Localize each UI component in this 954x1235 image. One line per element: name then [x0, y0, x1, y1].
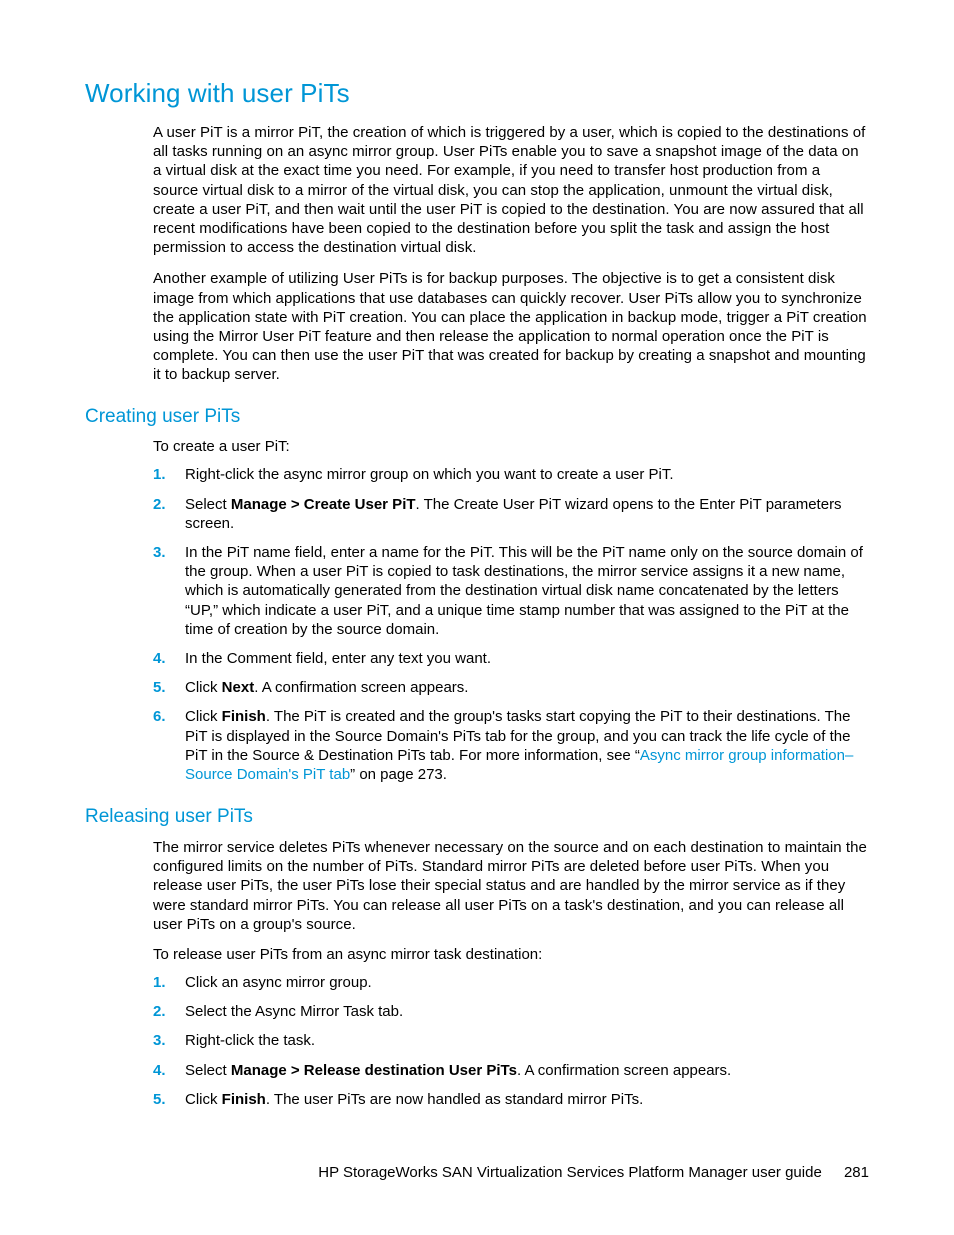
paragraph-intro-2: Another example of utilizing User PiTs i…: [153, 269, 869, 384]
release-step-2: Select the Async Mirror Task tab.: [153, 1002, 869, 1021]
document-page: Working with user PiTs A user PiT is a m…: [0, 0, 954, 1235]
release-step-1: Click an async mirror group.: [153, 973, 869, 992]
step-text-a: Select: [185, 496, 231, 513]
create-step-4: In the Comment field, enter any text you…: [153, 649, 869, 668]
heading-releasing-user-pits: Releasing user PiTs: [85, 806, 869, 828]
page-number: 281: [844, 1164, 869, 1181]
step-text-a: Select: [185, 1062, 231, 1079]
step-text: In the Comment field, enter any text you…: [185, 650, 491, 667]
release-intro: To release user PiTs from an async mirro…: [153, 946, 869, 963]
create-step-6: Click Finish. The PiT is created and the…: [153, 707, 869, 784]
heading-creating-user-pits: Creating user PiTs: [85, 406, 869, 428]
step-text: Right-click the async mirror group on wh…: [185, 466, 674, 483]
create-step-5: Click Next. A confirmation screen appear…: [153, 678, 869, 697]
release-steps-list: Click an async mirror group. Select the …: [153, 973, 869, 1109]
step-bold: Finish: [222, 708, 266, 725]
step-text: In the PiT name field, enter a name for …: [185, 544, 863, 638]
step-bold: Manage > Release destination User PiTs: [231, 1062, 517, 1079]
step-text: Select the Async Mirror Task tab.: [185, 1003, 403, 1020]
step-text-c: . The user PiTs are now handled as stand…: [266, 1091, 643, 1108]
step-text-c: . A confirmation screen appears.: [517, 1062, 731, 1079]
heading-working-with-user-pits: Working with user PiTs: [85, 78, 869, 109]
create-step-1: Right-click the async mirror group on wh…: [153, 465, 869, 484]
create-step-3: In the PiT name field, enter a name for …: [153, 543, 869, 639]
page-footer: HP StorageWorks SAN Virtualization Servi…: [85, 1164, 869, 1181]
release-paragraph: The mirror service deletes PiTs whenever…: [153, 838, 869, 934]
step-bold: Next: [222, 679, 255, 696]
paragraph-intro-1: A user PiT is a mirror PiT, the creation…: [153, 123, 869, 257]
step-text-c: . A confirmation screen appears.: [254, 679, 468, 696]
step-text: Right-click the task.: [185, 1032, 315, 1049]
create-steps-list: Right-click the async mirror group on wh…: [153, 465, 869, 784]
step-bold: Finish: [222, 1091, 266, 1108]
create-intro: To create a user PiT:: [153, 438, 869, 455]
release-step-5: Click Finish. The user PiTs are now hand…: [153, 1090, 869, 1109]
footer-title: HP StorageWorks SAN Virtualization Servi…: [318, 1164, 822, 1181]
step-text-a: Click: [185, 1091, 222, 1108]
step-text-a: Click: [185, 679, 222, 696]
release-step-4: Select Manage > Release destination User…: [153, 1061, 869, 1080]
create-step-2: Select Manage > Create User PiT. The Cre…: [153, 495, 869, 533]
step-bold: Manage > Create User PiT: [231, 496, 416, 513]
step-text: Click an async mirror group.: [185, 974, 372, 991]
release-step-3: Right-click the task.: [153, 1031, 869, 1050]
step-text-d: ” on page 273.: [350, 766, 447, 783]
step-text-a: Click: [185, 708, 222, 725]
